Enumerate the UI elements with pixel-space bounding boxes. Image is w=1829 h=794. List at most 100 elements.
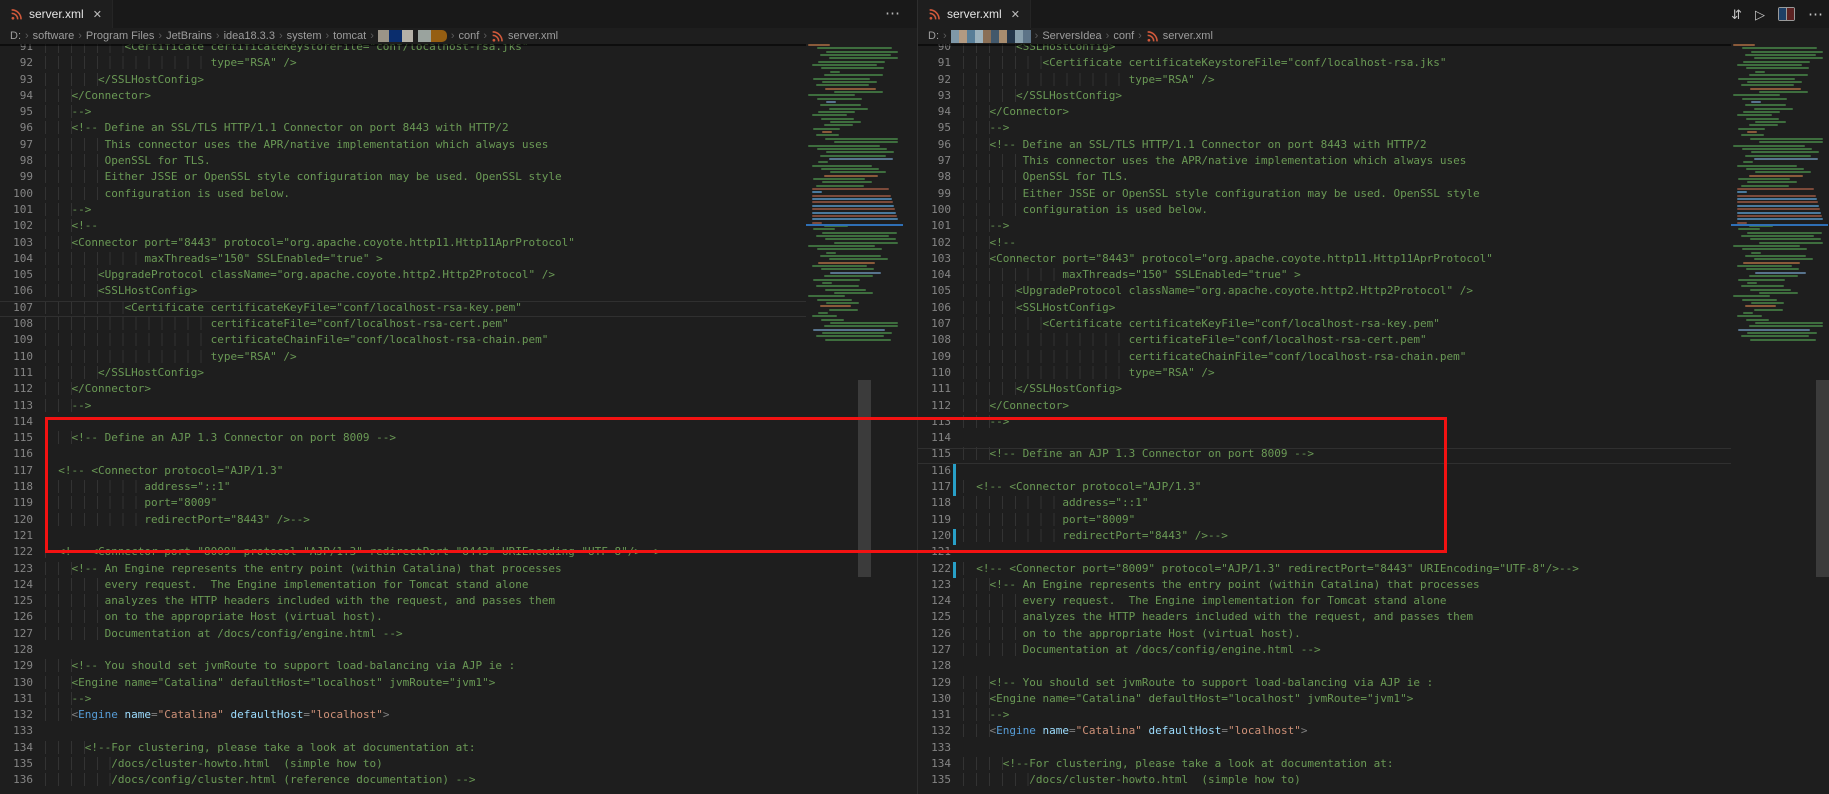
gutter[interactable]: 135 bbox=[0, 757, 45, 773]
code-line[interactable]: 93 </SSLHostConfig> bbox=[0, 73, 917, 89]
tab-server-xml-right[interactable]: server.xml ✕ bbox=[918, 0, 1031, 28]
gutter[interactable]: 101 bbox=[918, 219, 963, 235]
gutter[interactable]: 99 bbox=[918, 187, 963, 203]
more-actions-icon[interactable]: ⋯ bbox=[1808, 7, 1823, 22]
gutter[interactable]: 96 bbox=[0, 121, 45, 137]
gutter[interactable]: 120 bbox=[0, 513, 45, 529]
gutter[interactable]: 110 bbox=[0, 350, 45, 366]
code-line[interactable]: 99 Either JSSE or OpenSSL style configur… bbox=[918, 187, 1829, 203]
gutter[interactable]: 111 bbox=[0, 366, 45, 382]
code-line[interactable]: 125 analyzes the HTTP headers included w… bbox=[918, 610, 1829, 626]
gutter[interactable]: 134 bbox=[918, 757, 963, 773]
code-line[interactable]: 108 certificateFile="conf/localhost-rsa-… bbox=[918, 333, 1829, 349]
breadcrumb-item[interactable]: system bbox=[287, 30, 322, 42]
code-line[interactable]: 109 certificateChainFile="conf/localhost… bbox=[918, 350, 1829, 366]
gutter[interactable]: 95 bbox=[918, 121, 963, 137]
gutter[interactable]: 128 bbox=[918, 659, 963, 675]
code-line[interactable]: 101 --> bbox=[918, 219, 1829, 235]
code-line[interactable]: 95 --> bbox=[0, 105, 917, 121]
code-line[interactable]: 132 <Engine name="Catalina" defaultHost=… bbox=[0, 708, 917, 724]
gutter[interactable]: 108 bbox=[918, 333, 963, 349]
breadcrumb[interactable]: D:›software›Program Files›JetBrains›idea… bbox=[0, 28, 917, 44]
gutter[interactable]: 106 bbox=[0, 284, 45, 300]
code-line[interactable]: 97 This connector uses the APR/native im… bbox=[0, 138, 917, 154]
code-line[interactable]: 133 bbox=[0, 724, 917, 740]
code-line[interactable]: 99 Either JSSE or OpenSSL style configur… bbox=[0, 170, 917, 186]
gutter[interactable]: 100 bbox=[0, 187, 45, 203]
gutter[interactable]: 111 bbox=[918, 382, 963, 398]
breadcrumb-file-item[interactable]: server.xml bbox=[1146, 30, 1213, 43]
code-line[interactable]: 107 <Certificate certificateKeyFile="con… bbox=[918, 317, 1829, 333]
gutter[interactable]: 96 bbox=[918, 138, 963, 154]
code-line[interactable]: 95 --> bbox=[918, 121, 1829, 137]
more-tabs-ellipsis[interactable]: ⋯ bbox=[885, 4, 901, 22]
gutter[interactable]: 92 bbox=[918, 73, 963, 89]
gutter[interactable]: 106 bbox=[918, 301, 963, 317]
tab-server-xml-left[interactable]: server.xml ✕ bbox=[0, 0, 113, 28]
gutter[interactable]: 93 bbox=[918, 89, 963, 105]
code-line[interactable]: 103 <Connector port="8443" protocol="org… bbox=[918, 252, 1829, 268]
code-line[interactable]: 131 --> bbox=[0, 692, 917, 708]
code-line[interactable]: 91 <Certificate certificateKeystoreFile=… bbox=[918, 56, 1829, 72]
gutter[interactable]: 125 bbox=[918, 610, 963, 626]
gutter[interactable]: 129 bbox=[918, 676, 963, 692]
code-line[interactable]: 94 </Connector> bbox=[918, 105, 1829, 121]
gutter[interactable]: 132 bbox=[918, 724, 963, 740]
code-line[interactable]: 112 </Connector> bbox=[0, 382, 917, 398]
breadcrumb-item[interactable]: idea18.3.3 bbox=[224, 30, 275, 42]
code-line[interactable]: 128 bbox=[0, 643, 917, 659]
gutter[interactable]: 136 bbox=[0, 773, 45, 789]
gutter[interactable]: 117 bbox=[0, 464, 45, 480]
gutter[interactable]: 127 bbox=[0, 627, 45, 643]
code-line[interactable]: 126 on to the appropriate Host (virtual … bbox=[918, 627, 1829, 643]
code-line[interactable]: 127 Documentation at /docs/config/engine… bbox=[918, 643, 1829, 659]
gutter[interactable]: 98 bbox=[0, 154, 45, 170]
gutter[interactable]: 124 bbox=[0, 578, 45, 594]
gutter[interactable]: 112 bbox=[0, 382, 45, 398]
code-line[interactable]: 98 OpenSSL for TLS. bbox=[918, 170, 1829, 186]
code-line[interactable]: 129 <!-- You should set jvmRoute to supp… bbox=[0, 659, 917, 675]
gutter[interactable]: 121 bbox=[0, 529, 45, 545]
gutter[interactable]: 126 bbox=[0, 610, 45, 626]
gutter[interactable]: 105 bbox=[0, 268, 45, 284]
gutter[interactable]: 133 bbox=[918, 741, 963, 757]
gutter[interactable]: 118 bbox=[0, 480, 45, 496]
gutter[interactable]: 123 bbox=[918, 578, 963, 594]
code-line[interactable]: 102 <!-- bbox=[0, 219, 917, 235]
gutter[interactable]: 124 bbox=[918, 594, 963, 610]
gutter[interactable]: 94 bbox=[918, 105, 963, 121]
code-line[interactable]: 126 on to the appropriate Host (virtual … bbox=[0, 610, 917, 626]
gutter[interactable]: 94 bbox=[0, 89, 45, 105]
code-line[interactable]: 103 <Connector port="8443" protocol="org… bbox=[0, 236, 917, 252]
gutter[interactable]: 97 bbox=[0, 138, 45, 154]
gutter[interactable]: 129 bbox=[0, 659, 45, 675]
code-line[interactable]: 122 <!-- <Connector port="8009" protocol… bbox=[918, 562, 1829, 578]
gutter[interactable]: 130 bbox=[918, 692, 963, 708]
code-line[interactable]: 108 certificateFile="conf/localhost-rsa-… bbox=[0, 317, 917, 333]
code-line[interactable]: 113 --> bbox=[0, 399, 917, 415]
breadcrumb-item[interactable]: conf bbox=[1113, 30, 1134, 42]
gutter[interactable]: 107 bbox=[918, 317, 963, 333]
code-line[interactable]: 102 <!-- bbox=[918, 236, 1829, 252]
gutter[interactable]: 93 bbox=[0, 73, 45, 89]
gutter[interactable]: 131 bbox=[918, 708, 963, 724]
gutter[interactable]: 98 bbox=[918, 170, 963, 186]
breadcrumb-item[interactable]: software bbox=[33, 30, 75, 42]
code-line[interactable]: 106 <SSLHostConfig> bbox=[918, 301, 1829, 317]
gutter[interactable]: 132 bbox=[0, 708, 45, 724]
code-line[interactable]: 93 </SSLHostConfig> bbox=[918, 89, 1829, 105]
gutter[interactable]: 102 bbox=[0, 219, 45, 235]
code-line[interactable]: 100 configuration is used below. bbox=[0, 187, 917, 203]
code-line[interactable]: 123 <!-- An Engine represents the entry … bbox=[0, 562, 917, 578]
code-line[interactable]: 128 bbox=[918, 659, 1829, 675]
gutter[interactable]: 105 bbox=[918, 284, 963, 300]
code-line[interactable]: 110 type="RSA" /> bbox=[0, 350, 917, 366]
gutter[interactable]: 99 bbox=[0, 170, 45, 186]
code-line[interactable]: 94 </Connector> bbox=[0, 89, 917, 105]
gutter[interactable]: 101 bbox=[0, 203, 45, 219]
sync-changes-icon[interactable]: ⇵ bbox=[1731, 8, 1742, 21]
code-line[interactable]: 104 maxThreads="150" SSLEnabled="true" > bbox=[918, 268, 1829, 284]
code-line[interactable]: 127 Documentation at /docs/config/engine… bbox=[0, 627, 917, 643]
split-editor-icon[interactable] bbox=[1778, 7, 1795, 21]
breadcrumb-item[interactable]: D: bbox=[928, 30, 939, 42]
